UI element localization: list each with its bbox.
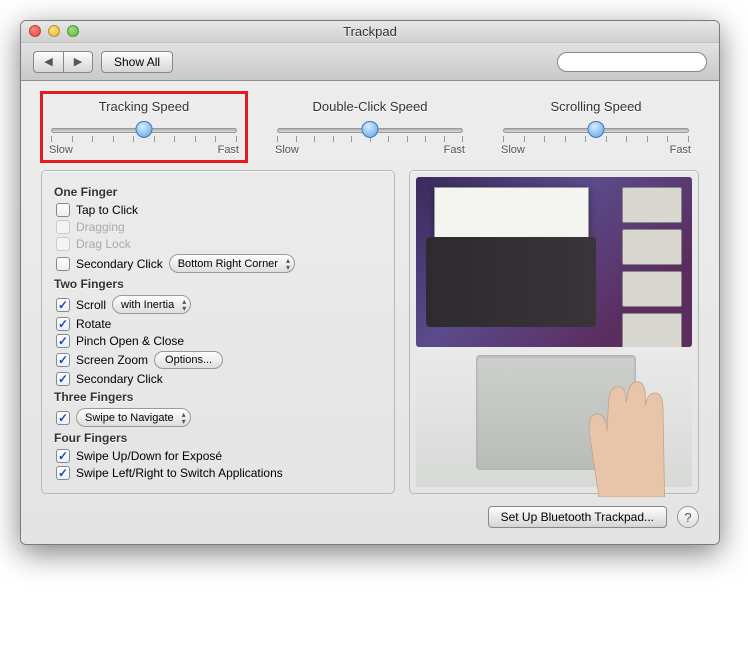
- window-title: Trackpad: [343, 24, 397, 39]
- trackpad-illustration: [416, 347, 692, 487]
- tap-to-click-label: Tap to Click: [76, 203, 138, 217]
- setup-bluetooth-button[interactable]: Set Up Bluetooth Trackpad...: [488, 506, 667, 528]
- screen-zoom-checkbox[interactable]: [56, 353, 70, 367]
- drag-lock-row: Drag Lock: [56, 237, 382, 251]
- secondary-click-select[interactable]: Bottom Right Corner▴▾: [169, 254, 295, 273]
- search-field[interactable]: [557, 52, 707, 72]
- double-click-speed-block: Double-Click Speed SlowFast: [275, 99, 465, 156]
- expose-checkbox[interactable]: [56, 449, 70, 463]
- help-button[interactable]: ?: [677, 506, 699, 528]
- pinch-checkbox[interactable]: [56, 334, 70, 348]
- drag-lock-label: Drag Lock: [76, 237, 131, 251]
- pinch-row: Pinch Open & Close: [56, 334, 382, 348]
- window-controls: [29, 25, 79, 37]
- trackpad-preferences-window: Trackpad ◀ ▶ Show All Tracking Speed Slo…: [20, 20, 720, 545]
- expose-label: Swipe Up/Down for Exposé: [76, 449, 222, 463]
- scroll-row: Scroll with Inertia▴▾: [56, 295, 382, 314]
- scrolling-speed-block: Scrolling Speed SlowFast: [501, 99, 691, 156]
- four-fingers-heading: Four Fingers: [54, 431, 382, 445]
- forward-button[interactable]: ▶: [63, 51, 93, 73]
- gestures-panel: One Finger Tap to Click Dragging Drag Lo…: [41, 170, 395, 494]
- minimize-icon[interactable]: [48, 25, 60, 37]
- tap-to-click-row: Tap to Click: [56, 203, 382, 217]
- dragging-row: Dragging: [56, 220, 382, 234]
- double-click-speed-title: Double-Click Speed: [275, 99, 465, 114]
- three-fingers-heading: Three Fingers: [54, 390, 382, 404]
- switch-apps-label: Swipe Left/Right to Switch Applications: [76, 466, 283, 480]
- tracking-speed-block: Tracking Speed SlowFast: [40, 91, 248, 163]
- titlebar: Trackpad: [21, 21, 719, 43]
- lower-panels: One Finger Tap to Click Dragging Drag Lo…: [41, 170, 699, 494]
- show-all-button[interactable]: Show All: [101, 51, 173, 73]
- swipe-navigate-checkbox[interactable]: [56, 411, 70, 425]
- tracking-speed-slider[interactable]: [49, 122, 239, 140]
- nav-buttons: ◀ ▶: [33, 51, 93, 73]
- expose-row: Swipe Up/Down for Exposé: [56, 449, 382, 463]
- slider-thumb-icon[interactable]: [136, 121, 153, 138]
- tap-to-click-checkbox[interactable]: [56, 203, 70, 217]
- dragging-checkbox: [56, 220, 70, 234]
- dragging-label: Dragging: [76, 220, 125, 234]
- toolbar: ◀ ▶ Show All: [21, 43, 719, 81]
- screen-zoom-label: Screen Zoom: [76, 353, 148, 367]
- two-finger-secondary-click-row: Secondary Click: [56, 372, 382, 386]
- screen-zoom-row: Screen Zoom Options...: [56, 351, 382, 369]
- secondary-click-label: Secondary Click: [76, 257, 163, 271]
- rotate-checkbox[interactable]: [56, 317, 70, 331]
- back-button[interactable]: ◀: [33, 51, 63, 73]
- scroll-label: Scroll: [76, 298, 106, 312]
- scroll-select[interactable]: with Inertia▴▾: [112, 295, 191, 314]
- gesture-preview-video: [416, 177, 692, 347]
- two-fingers-heading: Two Fingers: [54, 277, 382, 291]
- scrolling-speed-title: Scrolling Speed: [501, 99, 691, 114]
- rotate-row: Rotate: [56, 317, 382, 331]
- two-finger-secondary-click-checkbox[interactable]: [56, 372, 70, 386]
- bottom-row: Set Up Bluetooth Trackpad... ?: [41, 506, 699, 528]
- screen-zoom-options-button[interactable]: Options...: [154, 351, 223, 369]
- speed-sliders: Tracking Speed SlowFast Double-Click Spe…: [41, 99, 699, 156]
- hand-icon: [512, 337, 702, 497]
- content: Tracking Speed SlowFast Double-Click Spe…: [21, 81, 719, 544]
- secondary-click-checkbox[interactable]: [56, 257, 70, 271]
- one-finger-heading: One Finger: [54, 185, 382, 199]
- slider-thumb-icon[interactable]: [362, 121, 379, 138]
- secondary-click-row: Secondary Click Bottom Right Corner▴▾: [56, 254, 382, 273]
- swipe-navigate-select[interactable]: Swipe to Navigate▴▾: [76, 408, 191, 427]
- search-input[interactable]: [568, 55, 720, 69]
- close-icon[interactable]: [29, 25, 41, 37]
- two-finger-secondary-click-label: Secondary Click: [76, 372, 163, 386]
- scroll-checkbox[interactable]: [56, 298, 70, 312]
- zoom-icon[interactable]: [67, 25, 79, 37]
- switch-apps-row: Swipe Left/Right to Switch Applications: [56, 466, 382, 480]
- drag-lock-checkbox: [56, 237, 70, 251]
- double-click-speed-slider[interactable]: [275, 122, 465, 140]
- preview-pane: [409, 170, 699, 494]
- swipe-navigate-row: Swipe to Navigate▴▾: [56, 408, 382, 427]
- slider-thumb-icon[interactable]: [588, 121, 605, 138]
- switch-apps-checkbox[interactable]: [56, 466, 70, 480]
- tracking-speed-title: Tracking Speed: [49, 99, 239, 114]
- scrolling-speed-slider[interactable]: [501, 122, 691, 140]
- pinch-label: Pinch Open & Close: [76, 334, 184, 348]
- rotate-label: Rotate: [76, 317, 111, 331]
